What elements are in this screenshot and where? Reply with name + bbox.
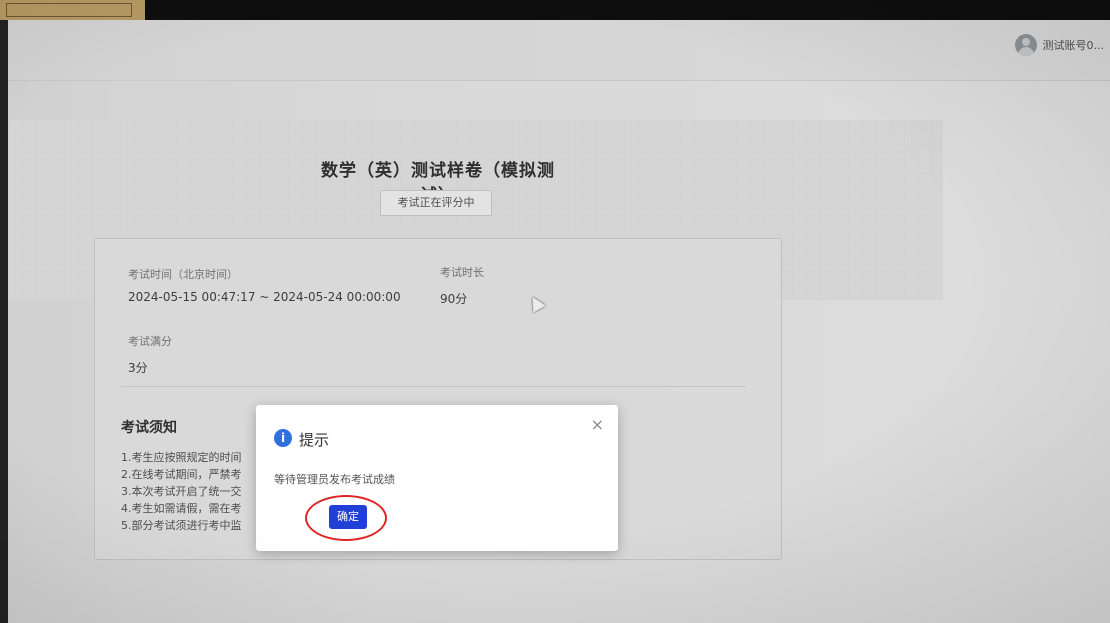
photo-frame: 测试账号0... 数学（英）测试样卷（模拟测试） 考试正在评分中 考试时间（北京… — [0, 0, 1110, 623]
highlight-circle — [305, 495, 387, 541]
close-icon[interactable]: × — [591, 415, 604, 434]
dialog-message: 等待管理员发布考试成绩 — [274, 473, 395, 486]
screen: 测试账号0... 数学（英）测试样卷（模拟测试） 考试正在评分中 考试时间（北京… — [8, 20, 1110, 623]
monitor-bezel — [0, 0, 1110, 20]
dialog-title: 提示 — [299, 431, 330, 449]
bezel-object — [0, 0, 145, 20]
info-icon: i — [274, 429, 292, 447]
